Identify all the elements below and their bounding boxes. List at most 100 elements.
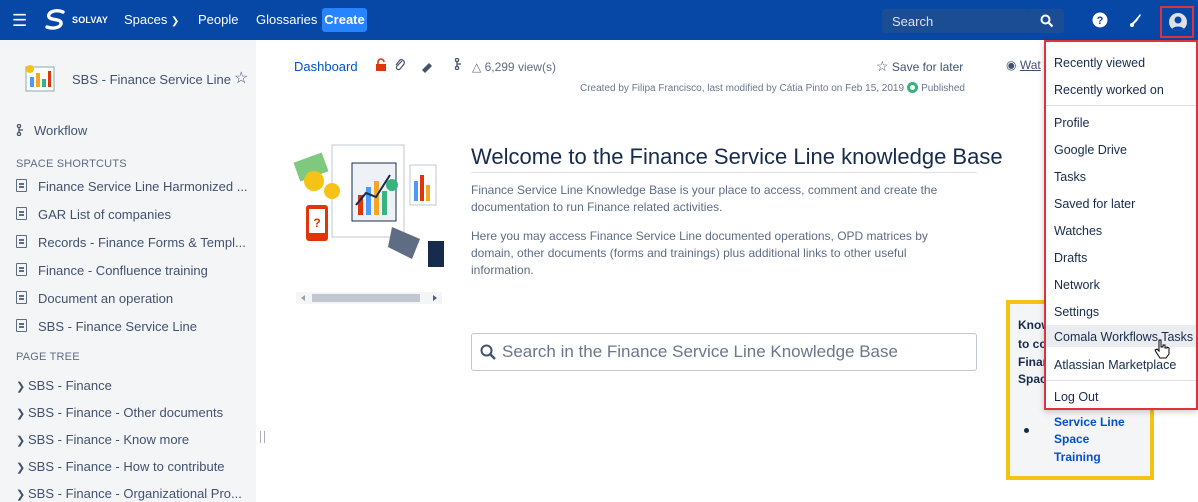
menu-item-profile[interactable]: Profile	[1054, 116, 1089, 130]
help-icon[interactable]: ?	[1090, 10, 1110, 30]
sidebar-shortcut[interactable]: SBS - Finance Service Line	[16, 319, 197, 334]
solvay-logo-icon[interactable]	[44, 9, 68, 31]
nav-glossaries[interactable]: Glossaries	[256, 12, 317, 27]
menu-item-recently-viewed[interactable]: Recently viewed	[1054, 56, 1145, 70]
tree-label: SBS - Finance - Other documents	[28, 405, 224, 420]
space-sidebar: SBS - Finance Service Line ☆ Workflow SP…	[0, 40, 256, 502]
panel-text: Finar	[1018, 355, 1048, 369]
nav-people[interactable]: People	[198, 12, 238, 27]
user-dropdown-menu: Recently viewed Recently worked on Profi…	[1044, 40, 1198, 410]
page-byline: Created by Filipa Francisco, last modifi…	[580, 82, 965, 94]
page-tree-item[interactable]: ❯ SBS - Finance	[16, 378, 112, 393]
intro-paragraph: Finance Service Line Knowledge Base is y…	[471, 182, 979, 216]
search-button[interactable]	[1030, 9, 1064, 33]
page-icon	[16, 263, 27, 276]
workflow-label: Workflow	[34, 123, 88, 138]
menu-item-tasks[interactable]: Tasks	[1054, 170, 1086, 184]
views-count: 6,299 view(s)	[484, 60, 556, 74]
notifications-icon[interactable]	[1126, 10, 1146, 30]
title-divider	[471, 172, 977, 173]
menu-item-network[interactable]: Network	[1054, 278, 1100, 292]
attachment-icon[interactable]	[394, 58, 406, 72]
shortcut-label: Finance Service Line Harmonized ...	[38, 179, 248, 194]
page-icon	[16, 319, 27, 332]
chevron-right-icon[interactable]: ❯	[16, 407, 28, 420]
watch-button[interactable]: ◉ Wat	[1006, 58, 1041, 72]
training-link[interactable]: Training	[1054, 450, 1101, 464]
tree-label: SBS - Finance - Organizational Pro...	[28, 486, 242, 501]
para-line: Here you may access Finance Service Line…	[471, 229, 928, 243]
chevron-right-icon[interactable]: ❯	[16, 434, 28, 447]
chevron-down-icon: ❯	[171, 16, 180, 27]
search-input[interactable]: Search	[882, 9, 1030, 33]
shortcut-label: Finance - Confluence training	[38, 263, 208, 278]
workflow-icon	[16, 123, 23, 137]
svg-text:?: ?	[1097, 15, 1104, 27]
menu-item-watches[interactable]: Watches	[1054, 224, 1102, 238]
sidebar-resize-handle[interactable]	[260, 431, 265, 443]
tree-label: SBS - Finance - How to contribute	[28, 459, 225, 474]
page-tree-heading: PAGE TREE	[16, 351, 80, 363]
training-link[interactable]: Space	[1054, 432, 1089, 446]
menu-item-drafts[interactable]: Drafts	[1054, 251, 1087, 265]
menu-item-recently-worked-on[interactable]: Recently worked on	[1054, 83, 1164, 97]
top-navigation-bar: ☰ SOLVAY Spaces ❯ People Glossaries Crea…	[0, 0, 1198, 40]
knowledge-base-search-input[interactable]: Search in the Finance Service Line Knowl…	[471, 333, 977, 371]
menu-item-settings[interactable]: Settings	[1054, 305, 1099, 319]
sidebar-item-workflow[interactable]: Workflow	[16, 123, 87, 138]
sidebar-shortcut[interactable]: Finance - Confluence training	[16, 263, 208, 278]
page-tree-item[interactable]: ❯ SBS - Finance - How to contribute	[16, 459, 225, 474]
star-icon[interactable]: ☆	[234, 68, 248, 88]
sidebar-shortcut[interactable]: Document an operation	[16, 291, 173, 306]
brand-name: SOLVAY	[72, 15, 109, 25]
page-title: Welcome to the Finance Service Line know…	[471, 144, 1003, 169]
page-icon	[16, 207, 27, 220]
sidebar-shortcut[interactable]: Records - Finance Forms & Templ...	[16, 235, 246, 250]
space-title[interactable]: SBS - Finance Service Line	[72, 72, 231, 87]
sidebar-shortcut[interactable]: Finance Service Line Harmonized ...	[16, 179, 248, 194]
shortcut-label: Records - Finance Forms & Templ...	[38, 235, 246, 250]
space-shortcuts-heading: SPACE SHORTCUTS	[16, 158, 127, 170]
space-logo-icon[interactable]	[22, 61, 58, 97]
byline-text: Created by Filipa Francisco, last modifi…	[580, 83, 905, 94]
hand-cursor-icon	[1154, 339, 1170, 359]
intro-paragraph-2: Here you may access Finance Service Line…	[471, 228, 979, 279]
bullet	[1024, 428, 1029, 433]
menu-item-log-out[interactable]: Log Out	[1054, 390, 1098, 404]
menu-icon[interactable]: ☰	[12, 11, 27, 31]
link-icon[interactable]	[420, 60, 434, 74]
chevron-right-icon[interactable]: ❯	[16, 380, 28, 393]
menu-item-comala-workflows-tasks[interactable]: Comala Workflows Tasks	[1054, 330, 1193, 344]
menu-item-atlassian-marketplace[interactable]: Atlassian Marketplace	[1054, 358, 1176, 372]
menu-divider	[1046, 105, 1196, 106]
training-link[interactable]: Service Line	[1054, 415, 1125, 429]
page-tree-item[interactable]: ❯ SBS - Finance - Other documents	[16, 405, 223, 420]
breadcrumb[interactable]: Dashboard	[294, 59, 358, 74]
create-button[interactable]: Create	[322, 8, 367, 32]
menu-item-google-drive[interactable]: Google Drive	[1054, 143, 1127, 157]
save-label: Save for later	[891, 60, 964, 74]
tree-label: SBS - Finance - Know more	[28, 432, 190, 447]
workflow-icon[interactable]	[454, 58, 464, 70]
chevron-right-icon[interactable]: ❯	[16, 461, 28, 474]
chevron-right-icon[interactable]: ❯	[16, 488, 28, 501]
search-icon	[480, 344, 496, 360]
shortcut-label: SBS - Finance Service Line	[38, 319, 197, 334]
page-views: △ 6,299 view(s)	[472, 60, 556, 74]
panel-text: to co	[1018, 337, 1047, 351]
para-line: information.	[471, 263, 534, 277]
page-tree-item[interactable]: ❯ SBS - Finance - Organizational Pro...	[16, 486, 242, 501]
shortcut-label: Document an operation	[38, 291, 174, 306]
search-icon	[1040, 14, 1054, 28]
published-status-icon	[907, 82, 919, 93]
save-for-later-button[interactable]: ☆ Save for later	[876, 58, 963, 75]
page-tree-item[interactable]: ❯ SBS - Finance - Know more	[16, 432, 189, 447]
menu-item-saved-for-later[interactable]: Saved for later	[1054, 197, 1135, 211]
horizontal-scrollbar[interactable]	[296, 292, 442, 304]
restrictions-lock-icon[interactable]	[374, 58, 388, 72]
svg-text:?: ?	[313, 216, 320, 230]
star-icon: ☆	[876, 58, 889, 74]
sidebar-shortcut[interactable]: GAR List of companies	[16, 207, 171, 222]
nav-spaces[interactable]: Spaces ❯	[124, 12, 179, 27]
user-menu-button[interactable]	[1160, 6, 1194, 38]
